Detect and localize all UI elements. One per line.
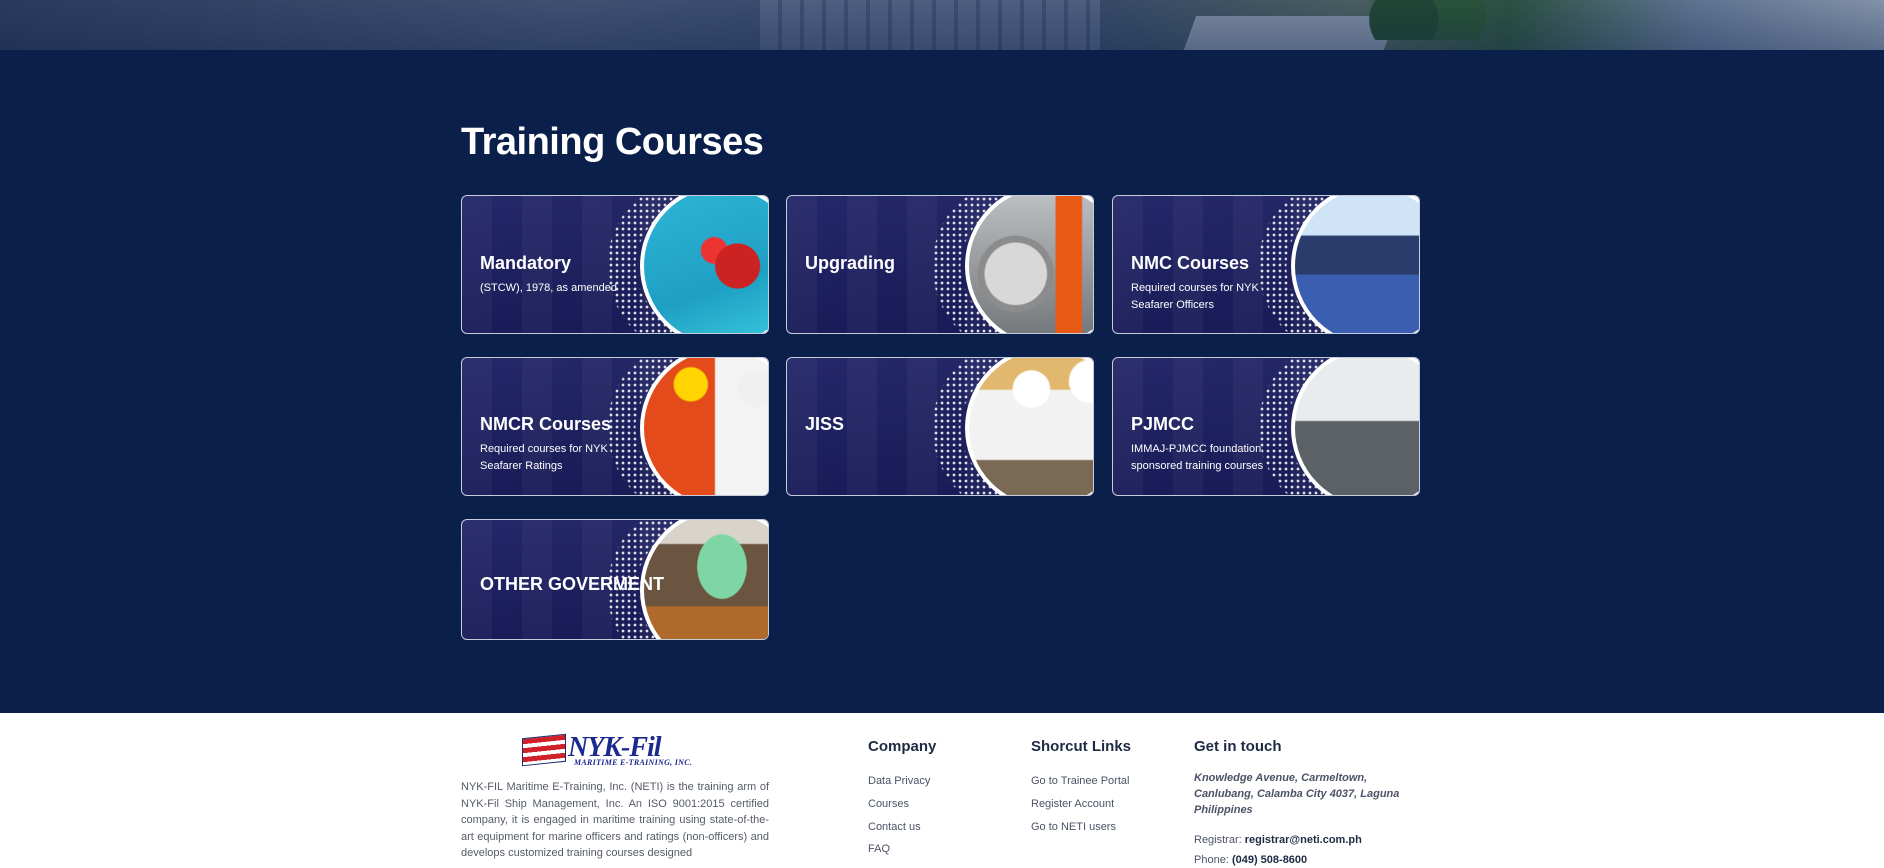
course-subtitle: Required courses for NYK Seafarer Rating… — [480, 443, 608, 472]
nyk-fil-logo[interactable]: NYK-Fil MARITIME E-TRAINING, INC. — [522, 732, 707, 768]
course-photo — [965, 358, 1093, 495]
course-card-nmcr[interactable]: NMCR Courses Required courses for NYK Se… — [461, 357, 769, 496]
course-photo — [1291, 196, 1419, 333]
about-text: NYK-FIL Maritime E-Training, Inc. (NETI)… — [461, 781, 769, 859]
section-title: Training Courses — [461, 121, 764, 163]
phone-label: Phone: — [1194, 854, 1229, 866]
flag-icon — [522, 733, 566, 767]
course-card-nmc[interactable]: NMC Courses Required courses for NYK Sea… — [1112, 195, 1420, 334]
registrar-contact: Registrar: registrar@neti.com.ph — [1194, 834, 1362, 846]
course-card-other-government[interactable]: OTHER GOVERMENT — [461, 519, 769, 640]
link-neti-users[interactable]: Go to NETI users — [1031, 821, 1116, 833]
course-subtitle: IMMAJ-PJMCC foundation sponsored trainin… — [1131, 443, 1264, 472]
link-data-privacy[interactable]: Data Privacy — [868, 775, 930, 787]
course-card-upgrading[interactable]: Upgrading — [786, 195, 1094, 334]
footer: NYK-Fil MARITIME E-TRAINING, INC. NYK-FI… — [0, 713, 1884, 868]
course-subtitle: Required courses for NYK Seafarer Office… — [1131, 282, 1259, 311]
phone-number[interactable]: (049) 508-8600 — [1232, 854, 1307, 866]
link-courses[interactable]: Courses — [868, 798, 909, 810]
course-title: Mandatory — [480, 253, 572, 273]
course-photo — [640, 358, 768, 495]
course-subtitle: (STCW), 1978, as amended — [480, 282, 617, 294]
address: Knowledge Avenue, Carmeltown, Canlubang,… — [1194, 772, 1400, 816]
shortcut-links-heading: Shorcut Links — [1031, 738, 1132, 755]
company-heading: Company — [868, 738, 937, 755]
course-card-pjmcc[interactable]: PJMCC IMMAJ-PJMCC foundation sponsored t… — [1112, 357, 1420, 496]
course-photo — [1291, 358, 1419, 495]
phone-contact: Phone: (049) 508-8600 — [1194, 854, 1307, 866]
course-title: JISS — [805, 414, 845, 434]
course-title: NMC Courses — [1131, 253, 1250, 273]
link-register-account[interactable]: Register Account — [1031, 798, 1114, 810]
course-title: Upgrading — [805, 253, 895, 273]
hero-banner-image — [0, 0, 1884, 50]
course-photo — [965, 196, 1093, 333]
course-title: NMCR Courses — [480, 414, 612, 434]
logo-subtitle: MARITIME E-TRAINING, INC. — [574, 758, 693, 767]
course-card-mandatory[interactable]: Mandatory (STCW), 1978, as amended — [461, 195, 769, 334]
training-courses-section: Training Courses Mandatory (STCW), 1978,… — [0, 50, 1884, 713]
course-title: OTHER GOVERMENT — [480, 574, 665, 594]
registrar-email[interactable]: registrar@neti.com.ph — [1245, 834, 1362, 846]
course-card-jiss[interactable]: JISS — [786, 357, 1094, 496]
get-in-touch-heading: Get in touch — [1194, 738, 1282, 755]
link-trainee-portal[interactable]: Go to Trainee Portal — [1031, 775, 1129, 787]
link-contact-us[interactable]: Contact us — [868, 821, 921, 833]
course-title: PJMCC — [1131, 414, 1195, 434]
link-faq[interactable]: FAQ — [868, 843, 890, 855]
course-photo — [640, 196, 768, 333]
registrar-label: Registrar: — [1194, 834, 1242, 846]
